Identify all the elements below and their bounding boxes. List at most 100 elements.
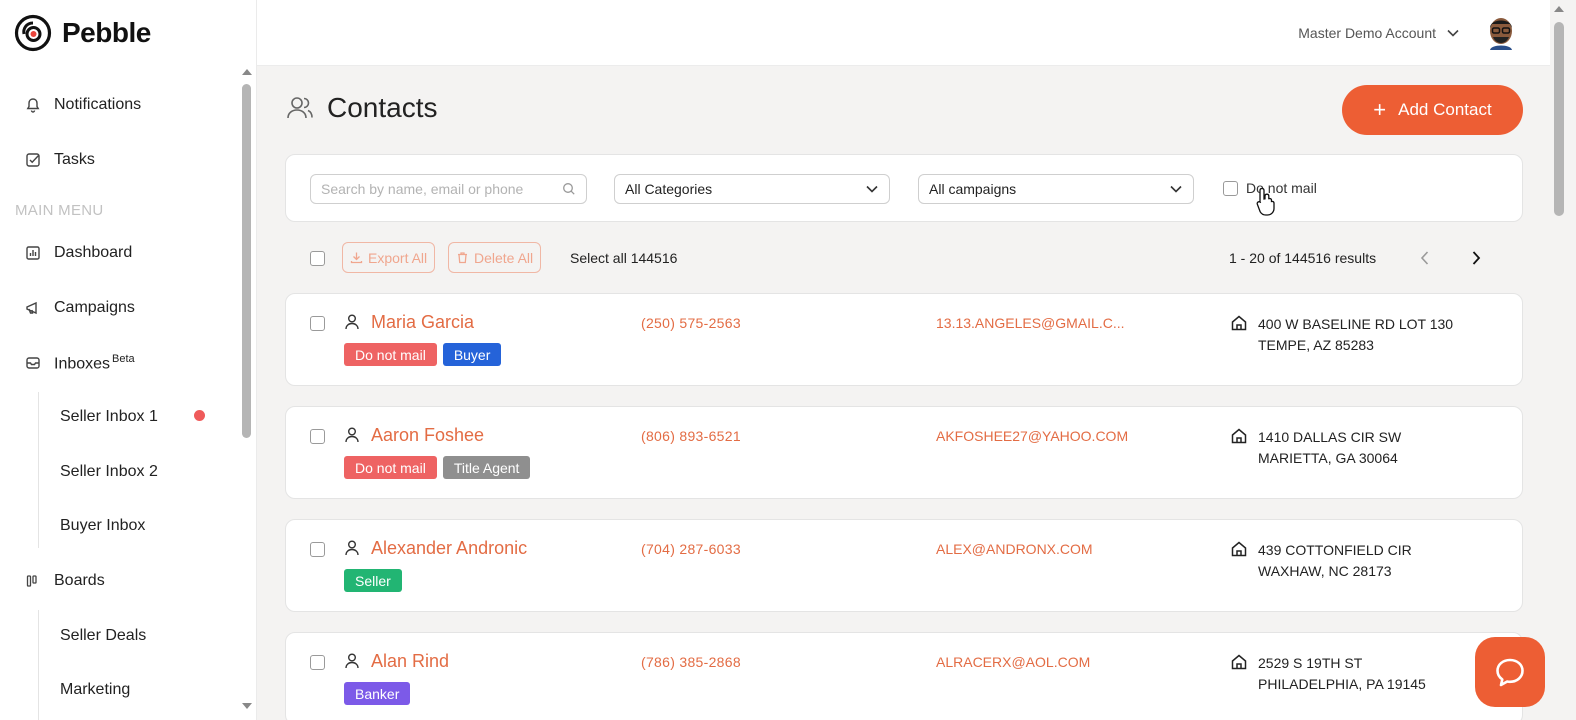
sidebar-scrollbar[interactable] — [242, 84, 251, 438]
contact-card[interactable]: Maria Garcia Do not mail Buyer (250) 575… — [285, 293, 1523, 386]
contact-phone[interactable]: (806) 893-6521 — [641, 428, 741, 444]
contact-email[interactable]: ALEX@ANDRONX.COM — [936, 541, 1093, 557]
delete-all-button[interactable]: Delete All — [448, 242, 542, 273]
tag-list: Do not mail Buyer — [344, 343, 502, 366]
contact-card[interactable]: Alan Rind Banker (786) 385-2868 ALRACERX… — [285, 632, 1523, 720]
contact-email[interactable]: ALRACERX@AOL.COM — [936, 654, 1090, 670]
address-line-1: 2529 S 19TH ST — [1258, 655, 1363, 671]
search-box[interactable] — [310, 174, 587, 204]
unread-dot — [194, 410, 205, 421]
sidebar-item-label: Campaigns — [54, 299, 135, 316]
contact-phone[interactable]: (250) 575-2563 — [641, 315, 741, 331]
sidebar-item-label: Dashboard — [54, 244, 133, 261]
chevron-down-icon — [865, 182, 879, 196]
sidebar-item-tasks[interactable]: Tasks — [24, 151, 95, 169]
address-line-1: 1410 DALLAS CIR SW — [1258, 429, 1402, 445]
sidebar-item-buyer-inbox[interactable]: Buyer Inbox — [60, 517, 145, 535]
contact-card[interactable]: Alexander Andronic Seller (704) 287-6033… — [285, 519, 1523, 612]
tag-badge[interactable]: Banker — [344, 682, 411, 705]
tag-badge[interactable]: Buyer — [442, 343, 502, 366]
trash-icon — [456, 251, 469, 264]
export-all-label: Export All — [368, 249, 428, 266]
prev-page-icon[interactable] — [1415, 248, 1435, 268]
inboxes-label: Inboxes — [54, 355, 111, 373]
sidebar-scroll-up[interactable] — [242, 69, 252, 75]
contact-name[interactable]: Maria Garcia — [371, 312, 474, 333]
chat-bubble-icon — [1493, 655, 1527, 689]
address-line-2: MARIETTA, GA 30064 — [1258, 450, 1398, 466]
tag-badge[interactable]: Seller — [344, 569, 402, 592]
contact-card[interactable]: Aaron Foshee Do not mail Title Agent (80… — [285, 406, 1523, 499]
sidebar-item-seller-inbox-2[interactable]: Seller Inbox 2 — [60, 463, 158, 481]
contact-name[interactable]: Alexander Andronic — [371, 538, 527, 559]
sidebar-item-boards[interactable]: Boards — [24, 572, 105, 590]
bell-icon — [24, 96, 42, 114]
sidebar-item-dashboard[interactable]: Dashboard — [24, 244, 132, 262]
select-all-checkbox[interactable] — [310, 251, 325, 266]
bulk-toolbar: Export All Delete All Select all 144516 … — [285, 242, 1523, 274]
row-checkbox[interactable] — [310, 316, 325, 331]
sidebar-item-seller-deals[interactable]: Seller Deals — [60, 627, 146, 645]
chevron-down-icon — [1169, 182, 1183, 196]
person-icon — [344, 539, 360, 557]
tag-list: Banker — [344, 682, 411, 705]
delete-all-label: Delete All — [474, 249, 534, 266]
search-input[interactable] — [321, 181, 562, 197]
pebble-logo-icon — [14, 14, 52, 52]
do-not-mail-checkbox[interactable] — [1223, 180, 1238, 196]
row-checkbox[interactable] — [310, 655, 325, 670]
contact-name[interactable]: Aaron Foshee — [371, 425, 484, 446]
contact-email[interactable]: AKFOSHEE27@YAHOO.COM — [936, 428, 1128, 444]
category-select[interactable]: All Categories — [614, 174, 890, 204]
sidebar-item-inboxes[interactable]: Inboxes Beta — [24, 353, 135, 373]
beta-badge: Beta — [112, 353, 135, 365]
tag-badge[interactable]: Do not mail — [344, 343, 437, 366]
tag-badge[interactable]: Do not mail — [344, 456, 437, 479]
add-contact-label: Add Contact — [1398, 100, 1492, 119]
person-icon — [344, 652, 360, 670]
sidebar-item-label: Notifications — [54, 96, 142, 113]
download-icon — [350, 251, 363, 264]
export-all-button[interactable]: Export All — [342, 242, 436, 273]
person-icon — [344, 426, 360, 444]
app-name: Pebble — [62, 17, 151, 48]
tag-badge[interactable]: Title Agent — [442, 456, 531, 479]
top-bar: Master Demo Account — [257, 0, 1550, 66]
board-icon — [24, 572, 42, 590]
home-icon — [1230, 314, 1248, 332]
address-line-2: TEMPE, AZ 85283 — [1258, 337, 1374, 353]
contact-phone[interactable]: (786) 385-2868 — [641, 654, 741, 670]
users-icon — [285, 93, 315, 123]
select-all-link[interactable]: Select all 144516 — [570, 250, 677, 266]
add-contact-button[interactable]: + Add Contact — [1342, 85, 1523, 135]
contact-address: 400 W BASELINE RD LOT 130 TEMPE, AZ 8528… — [1258, 314, 1453, 356]
sidebar-item-label: Boards — [54, 572, 105, 589]
row-checkbox[interactable] — [310, 429, 325, 444]
app-logo[interactable]: Pebble — [14, 14, 151, 52]
contact-phone[interactable]: (704) 287-6033 — [641, 541, 741, 557]
account-switcher[interactable]: Master Demo Account — [1298, 25, 1460, 41]
contact-name[interactable]: Alan Rind — [371, 651, 449, 672]
sidebar-item-seller-inbox-1[interactable]: Seller Inbox 1 — [60, 408, 158, 426]
sidebar-item-marketing[interactable]: Marketing — [60, 681, 130, 699]
sidebar-item-notifications[interactable]: Notifications — [24, 96, 141, 114]
sidebar-item-campaigns[interactable]: Campaigns — [24, 299, 135, 317]
home-icon — [1230, 653, 1248, 671]
row-checkbox[interactable] — [310, 542, 325, 557]
campaign-value: All campaigns — [929, 181, 1017, 197]
page-scrollbar-thumb[interactable] — [1554, 22, 1564, 216]
campaign-select[interactable]: All campaigns — [918, 174, 1194, 204]
next-page-icon[interactable] — [1466, 248, 1486, 268]
page-scroll-up[interactable] — [1554, 6, 1564, 12]
contact-address: 1410 DALLAS CIR SW MARIETTA, GA 30064 — [1258, 427, 1401, 469]
sidebar-scroll-down[interactable] — [242, 703, 252, 709]
page-header: Contacts — [285, 92, 438, 124]
contact-email[interactable]: 13.13.ANGELES@GMAIL.C... — [936, 315, 1125, 331]
megaphone-icon — [24, 299, 42, 317]
chat-support-button[interactable] — [1475, 637, 1545, 707]
inbox-tree-line — [38, 392, 39, 548]
contact-address: 439 COTTONFIELD CIR WAXHAW, NC 28173 — [1258, 540, 1412, 582]
sidebar-item-label: Inboxes Beta — [54, 353, 135, 373]
address-line-2: WAXHAW, NC 28173 — [1258, 563, 1392, 579]
user-avatar[interactable] — [1486, 16, 1516, 50]
